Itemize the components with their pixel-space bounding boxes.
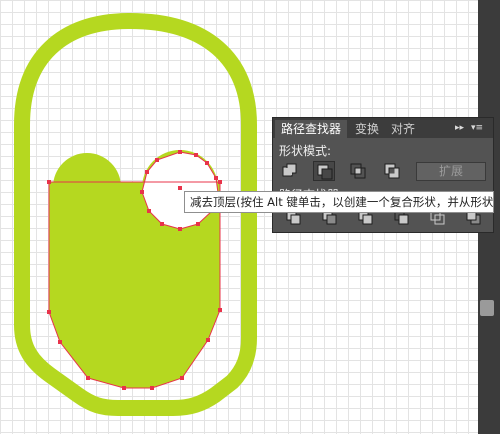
exclude-button[interactable]: [381, 161, 403, 181]
exclude-icon: [384, 163, 400, 179]
tab-pathfinder[interactable]: 路径查找器: [275, 120, 348, 138]
panel-menu-icon[interactable]: ▾≡: [471, 121, 483, 135]
expand-button[interactable]: 扩展: [416, 162, 486, 181]
minus-front-tooltip: 减去顶层(按住 Alt 键单击，以创建一个复合形状，并从形状: [184, 191, 494, 213]
scrollbar-thumb[interactable]: [480, 300, 494, 316]
intersect-button[interactable]: [347, 161, 369, 181]
shape-modes-label: 形状模式:: [279, 144, 332, 158]
unite-icon: [282, 163, 297, 177]
minus-front-icon: [317, 164, 333, 180]
minus-front-button[interactable]: [313, 161, 335, 181]
collapse-panel-icon[interactable]: ▸▸: [455, 121, 464, 135]
pathfinder-panel: 路径查找器 变换 对齐 ▸▸ ▾≡ 形状模式: 扩展 路: [272, 117, 494, 233]
tab-align[interactable]: 对齐: [385, 120, 421, 138]
panel-tab-bar: 路径查找器 变换 对齐 ▸▸ ▾≡: [273, 118, 493, 138]
intersect-icon: [350, 163, 366, 179]
tab-transform[interactable]: 变换: [349, 120, 385, 138]
unite-button[interactable]: [279, 161, 301, 181]
